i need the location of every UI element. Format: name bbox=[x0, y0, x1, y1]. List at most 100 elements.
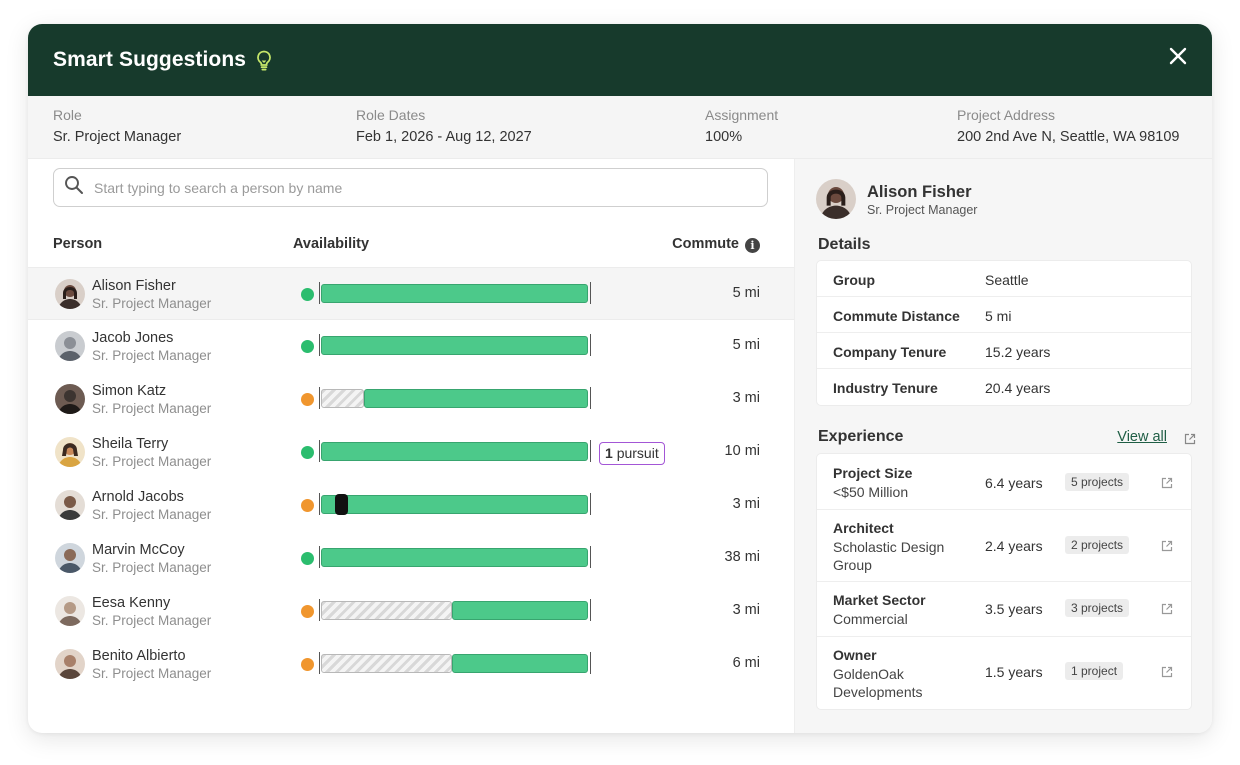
range-start-marker bbox=[319, 546, 320, 568]
avatar bbox=[55, 384, 85, 414]
person-row-arnold-jacobs[interactable]: Arnold Jacobs Sr. Project Manager 3 mi bbox=[28, 479, 794, 532]
search-input[interactable] bbox=[94, 179, 734, 196]
experience-sub: Commercial bbox=[833, 611, 908, 627]
info-icon[interactable]: i bbox=[745, 238, 760, 253]
person-search[interactable] bbox=[53, 168, 768, 207]
role-info-bar: Role Sr. Project Manager Role Dates Feb … bbox=[28, 96, 1212, 159]
detail-row-group: Group Seattle bbox=[817, 261, 1191, 297]
pursuit-count: 1 bbox=[605, 445, 613, 461]
details-card: Group Seattle Commute Distance 5 mi Comp… bbox=[816, 260, 1192, 406]
person-name: Alison Fisher bbox=[92, 278, 176, 294]
availability-status-dot bbox=[301, 605, 314, 618]
range-start-marker bbox=[319, 282, 320, 304]
available-segment bbox=[321, 548, 588, 567]
role-info: Role Sr. Project Manager bbox=[53, 107, 181, 145]
availability-status-dot bbox=[301, 340, 314, 353]
available-segment bbox=[321, 336, 588, 355]
range-end-marker bbox=[590, 440, 591, 462]
person-row-marvin-mccoy[interactable]: Marvin McCoy Sr. Project Manager 38 mi bbox=[28, 532, 794, 585]
range-end-marker bbox=[590, 334, 591, 356]
external-link-icon[interactable] bbox=[1161, 476, 1173, 489]
person-name: Marvin McCoy bbox=[92, 542, 185, 558]
view-all-link[interactable]: View all bbox=[1117, 429, 1167, 445]
range-start-marker bbox=[319, 493, 320, 515]
availability-status-dot bbox=[301, 552, 314, 565]
detail-row-company-tenure: Company Tenure 15.2 years bbox=[817, 333, 1191, 369]
projects-badge: 1 project bbox=[1065, 662, 1124, 680]
person-row-jacob-jones[interactable]: Jacob Jones Sr. Project Manager 5 mi bbox=[28, 320, 794, 373]
availability-bar bbox=[321, 389, 588, 408]
detail-value: Seattle bbox=[985, 272, 1029, 288]
person-row-eesa-kenny[interactable]: Eesa Kenny Sr. Project Manager 3 mi bbox=[28, 585, 794, 638]
availability-bar bbox=[321, 548, 588, 567]
external-link-icon[interactable] bbox=[1161, 539, 1173, 552]
person-row-simon-katz[interactable]: Simon Katz Sr. Project Manager 3 mi bbox=[28, 373, 794, 426]
experience-value: 6.4 years bbox=[985, 475, 1043, 491]
experience-row-market-sector: Market Sector Commercial 3.5 years 3 pro… bbox=[817, 582, 1191, 637]
project-address-label: Project Address bbox=[957, 107, 1056, 123]
avatar bbox=[55, 437, 85, 467]
external-link-icon[interactable] bbox=[1161, 665, 1173, 678]
person-role: Sr. Project Manager bbox=[92, 348, 212, 363]
commute-distance: 6 mi bbox=[732, 655, 760, 671]
assignment-label: Assignment bbox=[705, 107, 779, 123]
unavailable-segment bbox=[321, 654, 452, 673]
person-row-benito-albierto[interactable]: Benito Albierto Sr. Project Manager 6 mi bbox=[28, 638, 794, 691]
person-name: Arnold Jacobs bbox=[92, 489, 184, 505]
column-header-person[interactable]: Person bbox=[53, 236, 102, 252]
experience-sub: <$50 Million bbox=[833, 484, 909, 500]
avatar bbox=[55, 596, 85, 626]
experience-card: Project Size <$50 Million 6.4 years 5 pr… bbox=[816, 453, 1192, 710]
experience-value: 2.4 years bbox=[985, 538, 1043, 554]
suggestions-panel: Person Availability Commute i Alison Fish… bbox=[28, 159, 794, 733]
availability-bar bbox=[321, 601, 588, 620]
commute-distance: 5 mi bbox=[732, 285, 760, 301]
unavailable-segment bbox=[321, 389, 364, 408]
availability-status-dot bbox=[301, 393, 314, 406]
detail-label: Company Tenure bbox=[833, 344, 947, 360]
project-address-value: 200 2nd Ave N, Seattle, WA 98109 bbox=[957, 129, 1180, 145]
availability-bar bbox=[321, 284, 588, 303]
assignment-info: Assignment 100% bbox=[705, 107, 778, 145]
external-link-icon[interactable] bbox=[1161, 602, 1173, 615]
external-link-icon[interactable] bbox=[1184, 432, 1196, 445]
range-start-marker bbox=[319, 652, 320, 674]
commute-distance: 10 mi bbox=[724, 443, 760, 459]
person-row-alison-fisher[interactable]: Alison Fisher Sr. Project Manager 5 mi bbox=[28, 267, 794, 320]
experience-label: Project Size bbox=[833, 465, 913, 481]
availability-bar bbox=[321, 654, 588, 673]
modal-title: Smart Suggestions bbox=[53, 48, 247, 71]
column-header-commute[interactable]: Commute i bbox=[672, 236, 760, 253]
range-end-marker bbox=[590, 652, 591, 674]
assignment-value: 100% bbox=[705, 129, 743, 145]
range-end-marker bbox=[590, 599, 591, 621]
smart-suggestions-modal: Smart Suggestions Role Sr. Project Manag… bbox=[28, 24, 1212, 733]
experience-label: Owner bbox=[833, 647, 877, 663]
close-icon[interactable] bbox=[1166, 44, 1190, 68]
range-start-marker bbox=[319, 387, 320, 409]
person-role: Sr. Project Manager bbox=[92, 401, 212, 416]
commute-distance: 5 mi bbox=[732, 337, 760, 353]
experience-row-project-size: Project Size <$50 Million 6.4 years 5 pr… bbox=[817, 454, 1191, 510]
person-name: Eesa Kenny bbox=[92, 595, 171, 611]
role-dates-value: Feb 1, 2026 - Aug 12, 2027 bbox=[356, 129, 532, 145]
availability-status-dot bbox=[301, 499, 314, 512]
person-role: Sr. Project Manager bbox=[92, 296, 212, 311]
person-role: Sr. Project Manager bbox=[92, 454, 212, 469]
commute-header-label: Commute bbox=[672, 236, 739, 252]
pursuit-badge[interactable]: 1 pursuit bbox=[599, 442, 665, 465]
person-row-sheila-terry[interactable]: Sheila Terry Sr. Project Manager 1 pursu… bbox=[28, 426, 794, 479]
person-name: Benito Albierto bbox=[92, 648, 186, 664]
available-segment bbox=[364, 389, 588, 408]
availability-bar bbox=[321, 336, 588, 355]
availability-status-dot bbox=[301, 658, 314, 671]
pursuit-label: pursuit bbox=[616, 445, 659, 461]
commute-distance: 3 mi bbox=[732, 390, 760, 406]
conflict-segment bbox=[335, 494, 348, 515]
commute-distance: 3 mi bbox=[732, 602, 760, 618]
range-end-marker bbox=[590, 493, 591, 515]
column-header-availability[interactable]: Availability bbox=[293, 236, 369, 252]
detail-row-industry-tenure: Industry Tenure 20.4 years bbox=[817, 369, 1191, 405]
availability-status-dot bbox=[301, 288, 314, 301]
unavailable-segment bbox=[321, 601, 452, 620]
